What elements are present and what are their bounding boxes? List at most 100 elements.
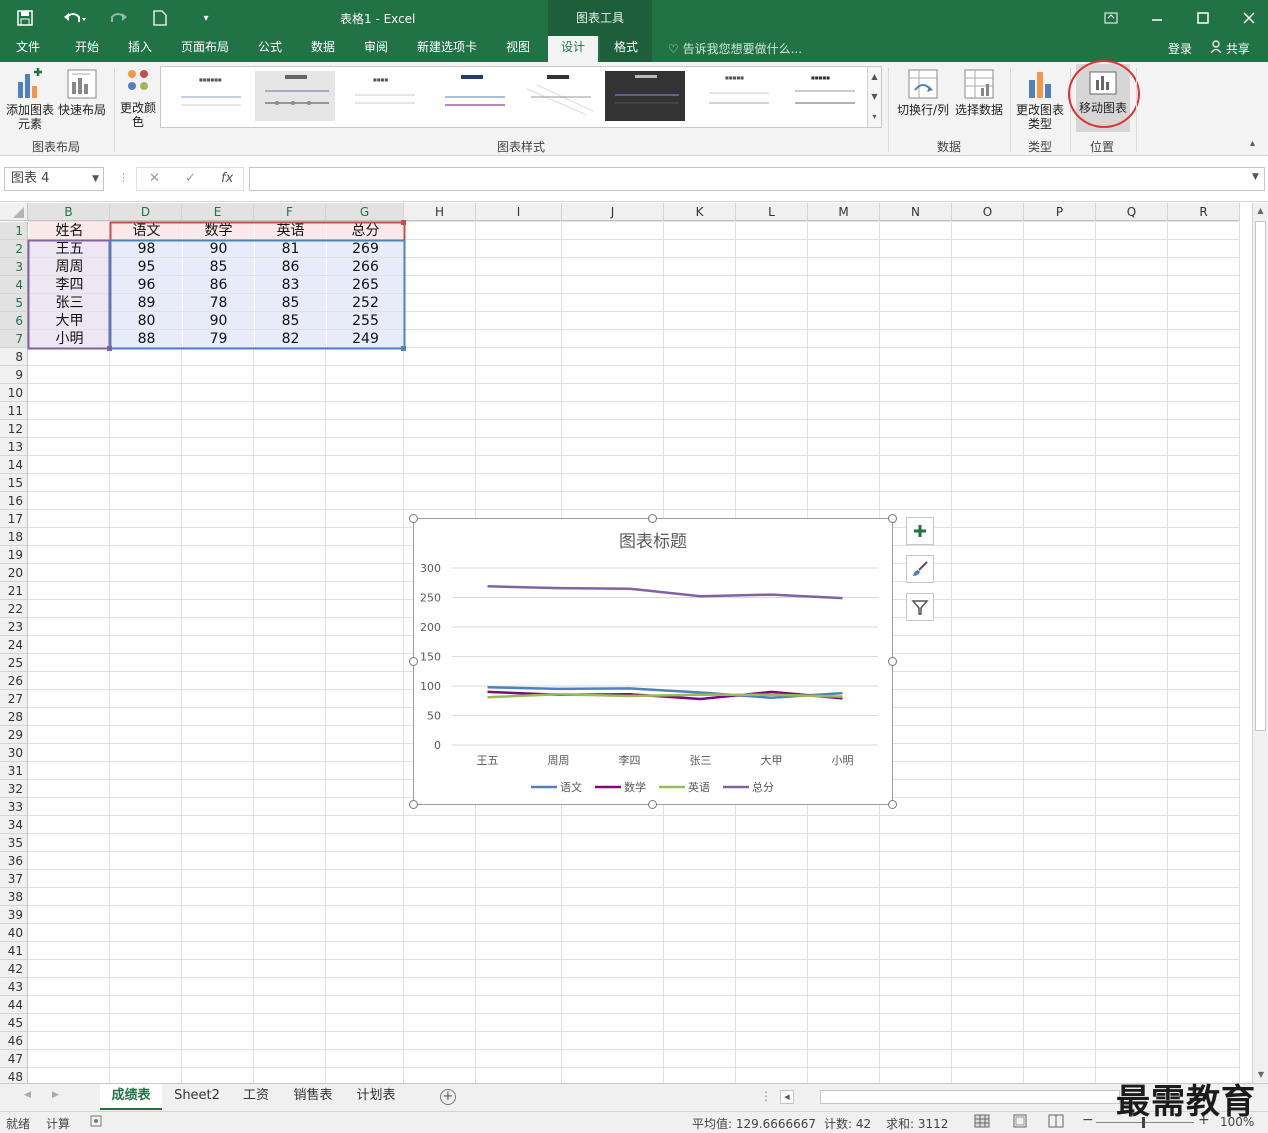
- chart-style-7[interactable]: ■■■■■: [695, 71, 775, 121]
- row-header[interactable]: 48: [0, 1068, 28, 1083]
- table-cell[interactable]: 96: [111, 276, 182, 293]
- row-header[interactable]: 10: [0, 384, 28, 402]
- formula-input[interactable]: [249, 167, 1265, 191]
- table-cell[interactable]: 82: [255, 330, 326, 347]
- chevron-down-icon[interactable]: ▼: [92, 168, 99, 190]
- row-header[interactable]: 32: [0, 780, 28, 798]
- gallery-scroll[interactable]: ▲ ▼ ▾: [867, 67, 881, 127]
- table-cell[interactable]: 255: [327, 312, 404, 329]
- column-header[interactable]: B: [28, 203, 110, 221]
- table-cell[interactable]: 98: [111, 240, 182, 257]
- row-header[interactable]: 36: [0, 852, 28, 870]
- chart-style-5[interactable]: [517, 71, 597, 121]
- scroll-thumb[interactable]: [1255, 221, 1266, 731]
- tab-home[interactable]: 开始: [62, 36, 112, 62]
- row-header[interactable]: 45: [0, 1014, 28, 1032]
- resize-handle-nw[interactable]: [409, 514, 418, 523]
- save-icon[interactable]: [10, 0, 40, 36]
- resize-handle-ne[interactable]: [888, 514, 897, 523]
- table-cell[interactable]: 英语: [255, 222, 326, 239]
- line-chart[interactable]: 图表标题 0 50 100 150 200 250 300 王五 周周 李四 张三 大甲 小明 语文 数学 英语…: [413, 518, 893, 805]
- name-box[interactable]: 图表 4 ▼: [4, 167, 104, 191]
- resize-handle-w[interactable]: [409, 657, 418, 666]
- row-header[interactable]: 34: [0, 816, 28, 834]
- scroll-up-icon[interactable]: ▲: [1253, 203, 1268, 219]
- tab-new[interactable]: 新建选项卡: [406, 36, 488, 62]
- row-header[interactable]: 3: [0, 258, 28, 276]
- column-header[interactable]: D: [110, 203, 182, 221]
- share-button[interactable]: 共享: [1210, 40, 1250, 57]
- zoom-out-icon[interactable]: −: [1082, 1112, 1094, 1128]
- row-header[interactable]: 2: [0, 240, 28, 258]
- row-header[interactable]: 18: [0, 528, 28, 546]
- tab-review[interactable]: 审阅: [352, 36, 400, 62]
- row-header[interactable]: 40: [0, 924, 28, 942]
- row-header[interactable]: 9: [0, 366, 28, 384]
- row-header[interactable]: 15: [0, 474, 28, 492]
- row-header[interactable]: 29: [0, 726, 28, 744]
- row-header[interactable]: 23: [0, 618, 28, 636]
- table-cell[interactable]: 总分: [327, 222, 404, 239]
- resize-handle-sw[interactable]: [409, 800, 418, 809]
- column-header[interactable]: F: [254, 203, 326, 221]
- row-header[interactable]: 16: [0, 492, 28, 510]
- table-cell[interactable]: 李四: [29, 276, 110, 293]
- table-cell[interactable]: 90: [183, 312, 254, 329]
- tab-file[interactable]: 文件: [6, 36, 50, 62]
- change-chart-type-button[interactable]: 更改图表类型: [1014, 68, 1066, 131]
- row-header[interactable]: 41: [0, 942, 28, 960]
- row-header[interactable]: 20: [0, 564, 28, 582]
- row-header[interactable]: 46: [0, 1032, 28, 1050]
- select-data-button[interactable]: 选择数据: [952, 68, 1006, 117]
- table-cell[interactable]: 语文: [111, 222, 182, 239]
- tab-split-icon[interactable]: ⋮: [760, 1089, 772, 1103]
- row-header[interactable]: 28: [0, 708, 28, 726]
- table-cell[interactable]: 小明: [29, 330, 110, 347]
- tab-page-layout[interactable]: 页面布局: [170, 36, 240, 62]
- chart-filters-button[interactable]: [906, 593, 934, 621]
- new-file-icon[interactable]: [148, 0, 172, 36]
- gallery-down-icon[interactable]: ▼: [868, 87, 881, 107]
- row-header[interactable]: 13: [0, 438, 28, 456]
- table-cell[interactable]: 86: [255, 258, 326, 275]
- chart-styles-button[interactable]: [906, 555, 934, 583]
- chart-style-4[interactable]: [431, 71, 511, 121]
- table-cell[interactable]: 85: [255, 312, 326, 329]
- column-header[interactable]: E: [182, 203, 254, 221]
- row-header[interactable]: 27: [0, 690, 28, 708]
- prev-sheet-icon[interactable]: ◀: [24, 1090, 31, 1100]
- quick-layout-button[interactable]: 快速布局: [56, 68, 108, 117]
- table-cell[interactable]: 大甲: [29, 312, 110, 329]
- page-layout-view-icon[interactable]: [1012, 1114, 1028, 1131]
- resize-handle-s[interactable]: [648, 800, 657, 809]
- table-cell[interactable]: 88: [111, 330, 182, 347]
- gallery-up-icon[interactable]: ▲: [868, 67, 881, 87]
- column-header[interactable]: I: [476, 203, 562, 221]
- tell-me-box[interactable]: ♡ 告诉我您想要做什么...: [668, 40, 802, 57]
- macro-record-icon[interactable]: [90, 1115, 102, 1130]
- redo-icon[interactable]: [102, 0, 138, 36]
- login-link[interactable]: 登录: [1168, 40, 1192, 57]
- table-cell[interactable]: 85: [255, 294, 326, 311]
- table-cell[interactable]: 80: [111, 312, 182, 329]
- add-sheet-icon[interactable]: +: [440, 1089, 456, 1105]
- column-header[interactable]: J: [562, 203, 664, 221]
- column-header[interactable]: Q: [1096, 203, 1168, 221]
- column-header[interactable]: G: [326, 203, 404, 221]
- row-header[interactable]: 1: [0, 222, 28, 240]
- tab-view[interactable]: 视图: [494, 36, 542, 62]
- table-cell[interactable]: 95: [111, 258, 182, 275]
- row-header[interactable]: 14: [0, 456, 28, 474]
- customize-icon[interactable]: ▾: [196, 0, 216, 36]
- tab-data[interactable]: 数据: [300, 36, 346, 62]
- maximize-icon[interactable]: [1188, 0, 1218, 36]
- column-header[interactable]: R: [1168, 203, 1240, 221]
- next-sheet-icon[interactable]: ▶: [52, 1090, 59, 1100]
- row-header[interactable]: 31: [0, 762, 28, 780]
- row-header[interactable]: 21: [0, 582, 28, 600]
- table-cell[interactable]: 王五: [29, 240, 110, 257]
- table-cell[interactable]: 数学: [183, 222, 254, 239]
- column-header[interactable]: O: [952, 203, 1024, 221]
- table-cell[interactable]: 269: [327, 240, 404, 257]
- page-break-view-icon[interactable]: [1048, 1114, 1064, 1131]
